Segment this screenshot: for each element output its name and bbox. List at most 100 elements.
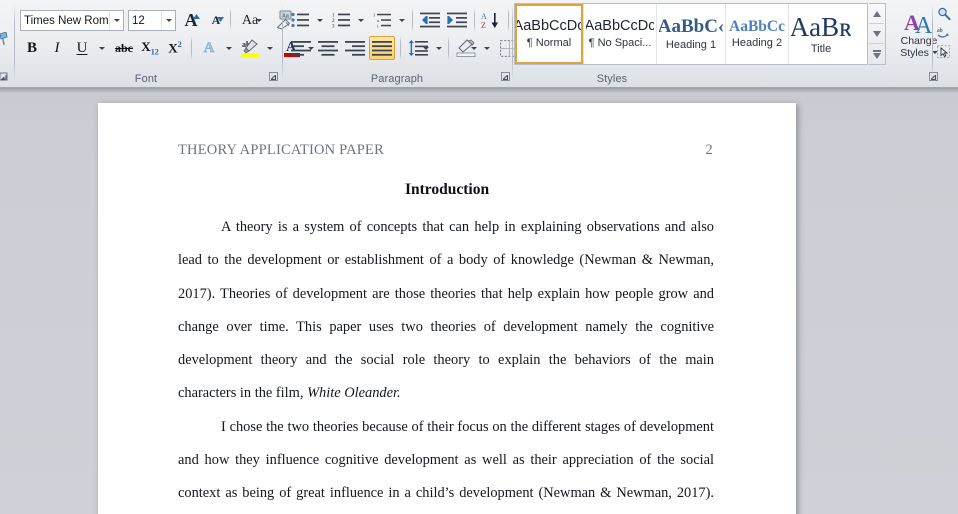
multilevel-list-button[interactable]: 1 a i — [370, 8, 394, 32]
svg-text:A: A — [481, 12, 487, 21]
shading-dropdown-arrow[interactable] — [480, 38, 493, 58]
style-item-nospacing[interactable]: AaBbCcDc ¶ No Spaci... — [584, 4, 656, 64]
numbering-icon: 1 2 3 — [332, 13, 350, 28]
group-separator-3 — [932, 4, 933, 80]
style-item-title[interactable]: AaBʀ Title — [789, 4, 853, 64]
line-spacing-dropdown-arrow[interactable] — [432, 38, 445, 58]
numbering-dropdown-arrow[interactable] — [354, 10, 367, 30]
styles-scroll-up-button[interactable] — [869, 4, 884, 24]
bullets-button[interactable] — [288, 8, 312, 32]
svg-text:1: 1 — [373, 12, 375, 17]
bullets-dropdown-arrow[interactable] — [313, 10, 326, 30]
superscript-button[interactable]: X2 — [163, 36, 187, 60]
align-left-icon — [291, 40, 311, 56]
style-label-nospacing: ¶ No Spaci... — [588, 36, 652, 49]
bullets-icon — [290, 12, 309, 28]
paragraph-inline-separator-3 — [508, 8, 509, 32]
p1-film-title: White Oleander. — [307, 385, 401, 402]
clipboard-dialog-launcher-clipped[interactable] — [0, 71, 10, 83]
align-right-button[interactable] — [342, 36, 368, 60]
change-case-button[interactable]: Aa — [234, 8, 266, 33]
align-right-icon — [345, 40, 365, 56]
font-size-dropdown-arrow[interactable] — [161, 11, 175, 30]
document-running-head: THEORY APPLICATION PAPER 2 — [178, 142, 713, 159]
justify-button[interactable] — [369, 36, 395, 60]
strikethrough-button[interactable]: abc — [111, 36, 137, 60]
subscript-label: X12 — [141, 39, 159, 57]
font-name-combo[interactable]: Times New Rom — [20, 10, 124, 31]
text-highlight-dropdown-arrow[interactable] — [263, 38, 276, 58]
font-size-value: 12 — [132, 14, 145, 27]
paragraph-1: A theory is a system of concepts that ca… — [178, 211, 714, 411]
font-size-combo[interactable]: 12 — [128, 10, 176, 31]
format-painter-icon-clipped[interactable] — [0, 31, 8, 46]
subscript-button[interactable]: X12 — [138, 36, 162, 60]
style-item-normal[interactable]: AaBbCcDc ¶ Normal — [515, 4, 583, 64]
align-left-button[interactable] — [288, 36, 314, 60]
styles-gallery-scrollbar — [869, 3, 886, 65]
shrink-font-button[interactable]: A — [204, 8, 228, 33]
numbering-button[interactable]: 1 2 3 — [329, 8, 353, 32]
decrease-indent-button[interactable] — [417, 8, 443, 32]
italic-button[interactable]: I — [45, 36, 69, 60]
style-preview-h1: AaBbC‹ — [657, 16, 725, 38]
select-button[interactable] — [936, 43, 956, 61]
text-effects-dropdown-arrow[interactable] — [222, 38, 235, 58]
style-preview-nospacing: AaBbCcDc — [584, 18, 656, 35]
highlighter-icon: ab — [241, 39, 259, 58]
text-effects-label: A — [203, 39, 215, 56]
styles-scroll-down-button[interactable] — [869, 24, 884, 44]
styles-group-label: Styles — [596, 73, 628, 85]
multilevel-list-dropdown-arrow[interactable] — [395, 10, 408, 30]
underline-dropdown-arrow[interactable] — [95, 38, 108, 58]
svg-text:2: 2 — [332, 19, 335, 24]
document-heading-introduction: Introduction — [404, 181, 490, 198]
clipboard-group-clipped — [0, 0, 10, 87]
font-name-dropdown-arrow[interactable] — [109, 11, 123, 30]
increase-indent-button[interactable] — [444, 8, 470, 32]
styles-more-button[interactable] — [869, 44, 884, 65]
svg-text:1: 1 — [332, 13, 335, 18]
paragraph-inline-separator-1 — [412, 8, 413, 32]
find-button[interactable] — [936, 5, 956, 23]
align-center-icon — [318, 40, 338, 56]
replace-button[interactable]: ab — [936, 24, 956, 42]
style-item-h2[interactable]: AaBbCc Heading 2 — [726, 4, 788, 64]
style-preview-title: AaBʀ — [789, 11, 853, 42]
group-separator-0 — [14, 4, 15, 80]
bold-label: B — [26, 39, 37, 56]
styles-group: AaBbCcDc ¶ Normal AaBbCcDc ¶ No Spaci... AaB… — [514, 0, 938, 87]
font-dialog-launcher[interactable] — [268, 71, 280, 83]
document-canvas[interactable]: THEORY APPLICATION PAPER 2 Introduction … — [0, 88, 958, 514]
multilevel-list-icon: 1 a i — [373, 12, 391, 28]
sort-button[interactable]: A Z — [478, 8, 504, 32]
underline-button[interactable]: U — [70, 36, 94, 60]
text-highlight-button[interactable]: ab — [238, 36, 262, 60]
superscript-label: X2 — [168, 39, 182, 56]
styles-gallery[interactable]: AaBbCcDc ¶ Normal AaBbCcDc ¶ No Spaci... AaB… — [514, 3, 868, 65]
style-item-h1[interactable]: AaBbC‹ Heading 1 — [657, 4, 725, 64]
shading-button[interactable] — [453, 36, 479, 60]
ribbon: Times New Rom 12 A A Aa Aa B I U abc X12… — [0, 0, 958, 88]
replace-icon: ab — [937, 28, 949, 38]
align-center-button[interactable] — [315, 36, 341, 60]
svg-text:i: i — [377, 23, 379, 28]
paragraph-inline-separator-4 — [400, 36, 401, 60]
grow-font-button[interactable]: A — [179, 8, 203, 33]
svg-text:ab: ab — [937, 28, 943, 34]
svg-text:3: 3 — [332, 24, 335, 28]
paragraph-inline-separator-2 — [474, 8, 475, 32]
line-spacing-button[interactable] — [405, 36, 431, 60]
subscript-index: 12 — [150, 47, 159, 57]
select-icon — [937, 45, 951, 59]
style-preview-normal: AaBbCcDc — [515, 18, 583, 35]
document-body[interactable]: A theory is a system of concepts that ca… — [178, 211, 714, 514]
document-page[interactable]: THEORY APPLICATION PAPER 2 Introduction … — [98, 103, 796, 514]
running-head-text: THEORY APPLICATION PAPER — [178, 142, 384, 158]
italic-label: I — [54, 39, 60, 56]
text-effects-button[interactable]: A — [197, 36, 221, 60]
strikethrough-label: abc — [115, 40, 133, 55]
style-label-h2: Heading 2 — [731, 37, 783, 50]
svg-text:a: a — [377, 18, 379, 23]
bold-button[interactable]: B — [20, 36, 44, 60]
